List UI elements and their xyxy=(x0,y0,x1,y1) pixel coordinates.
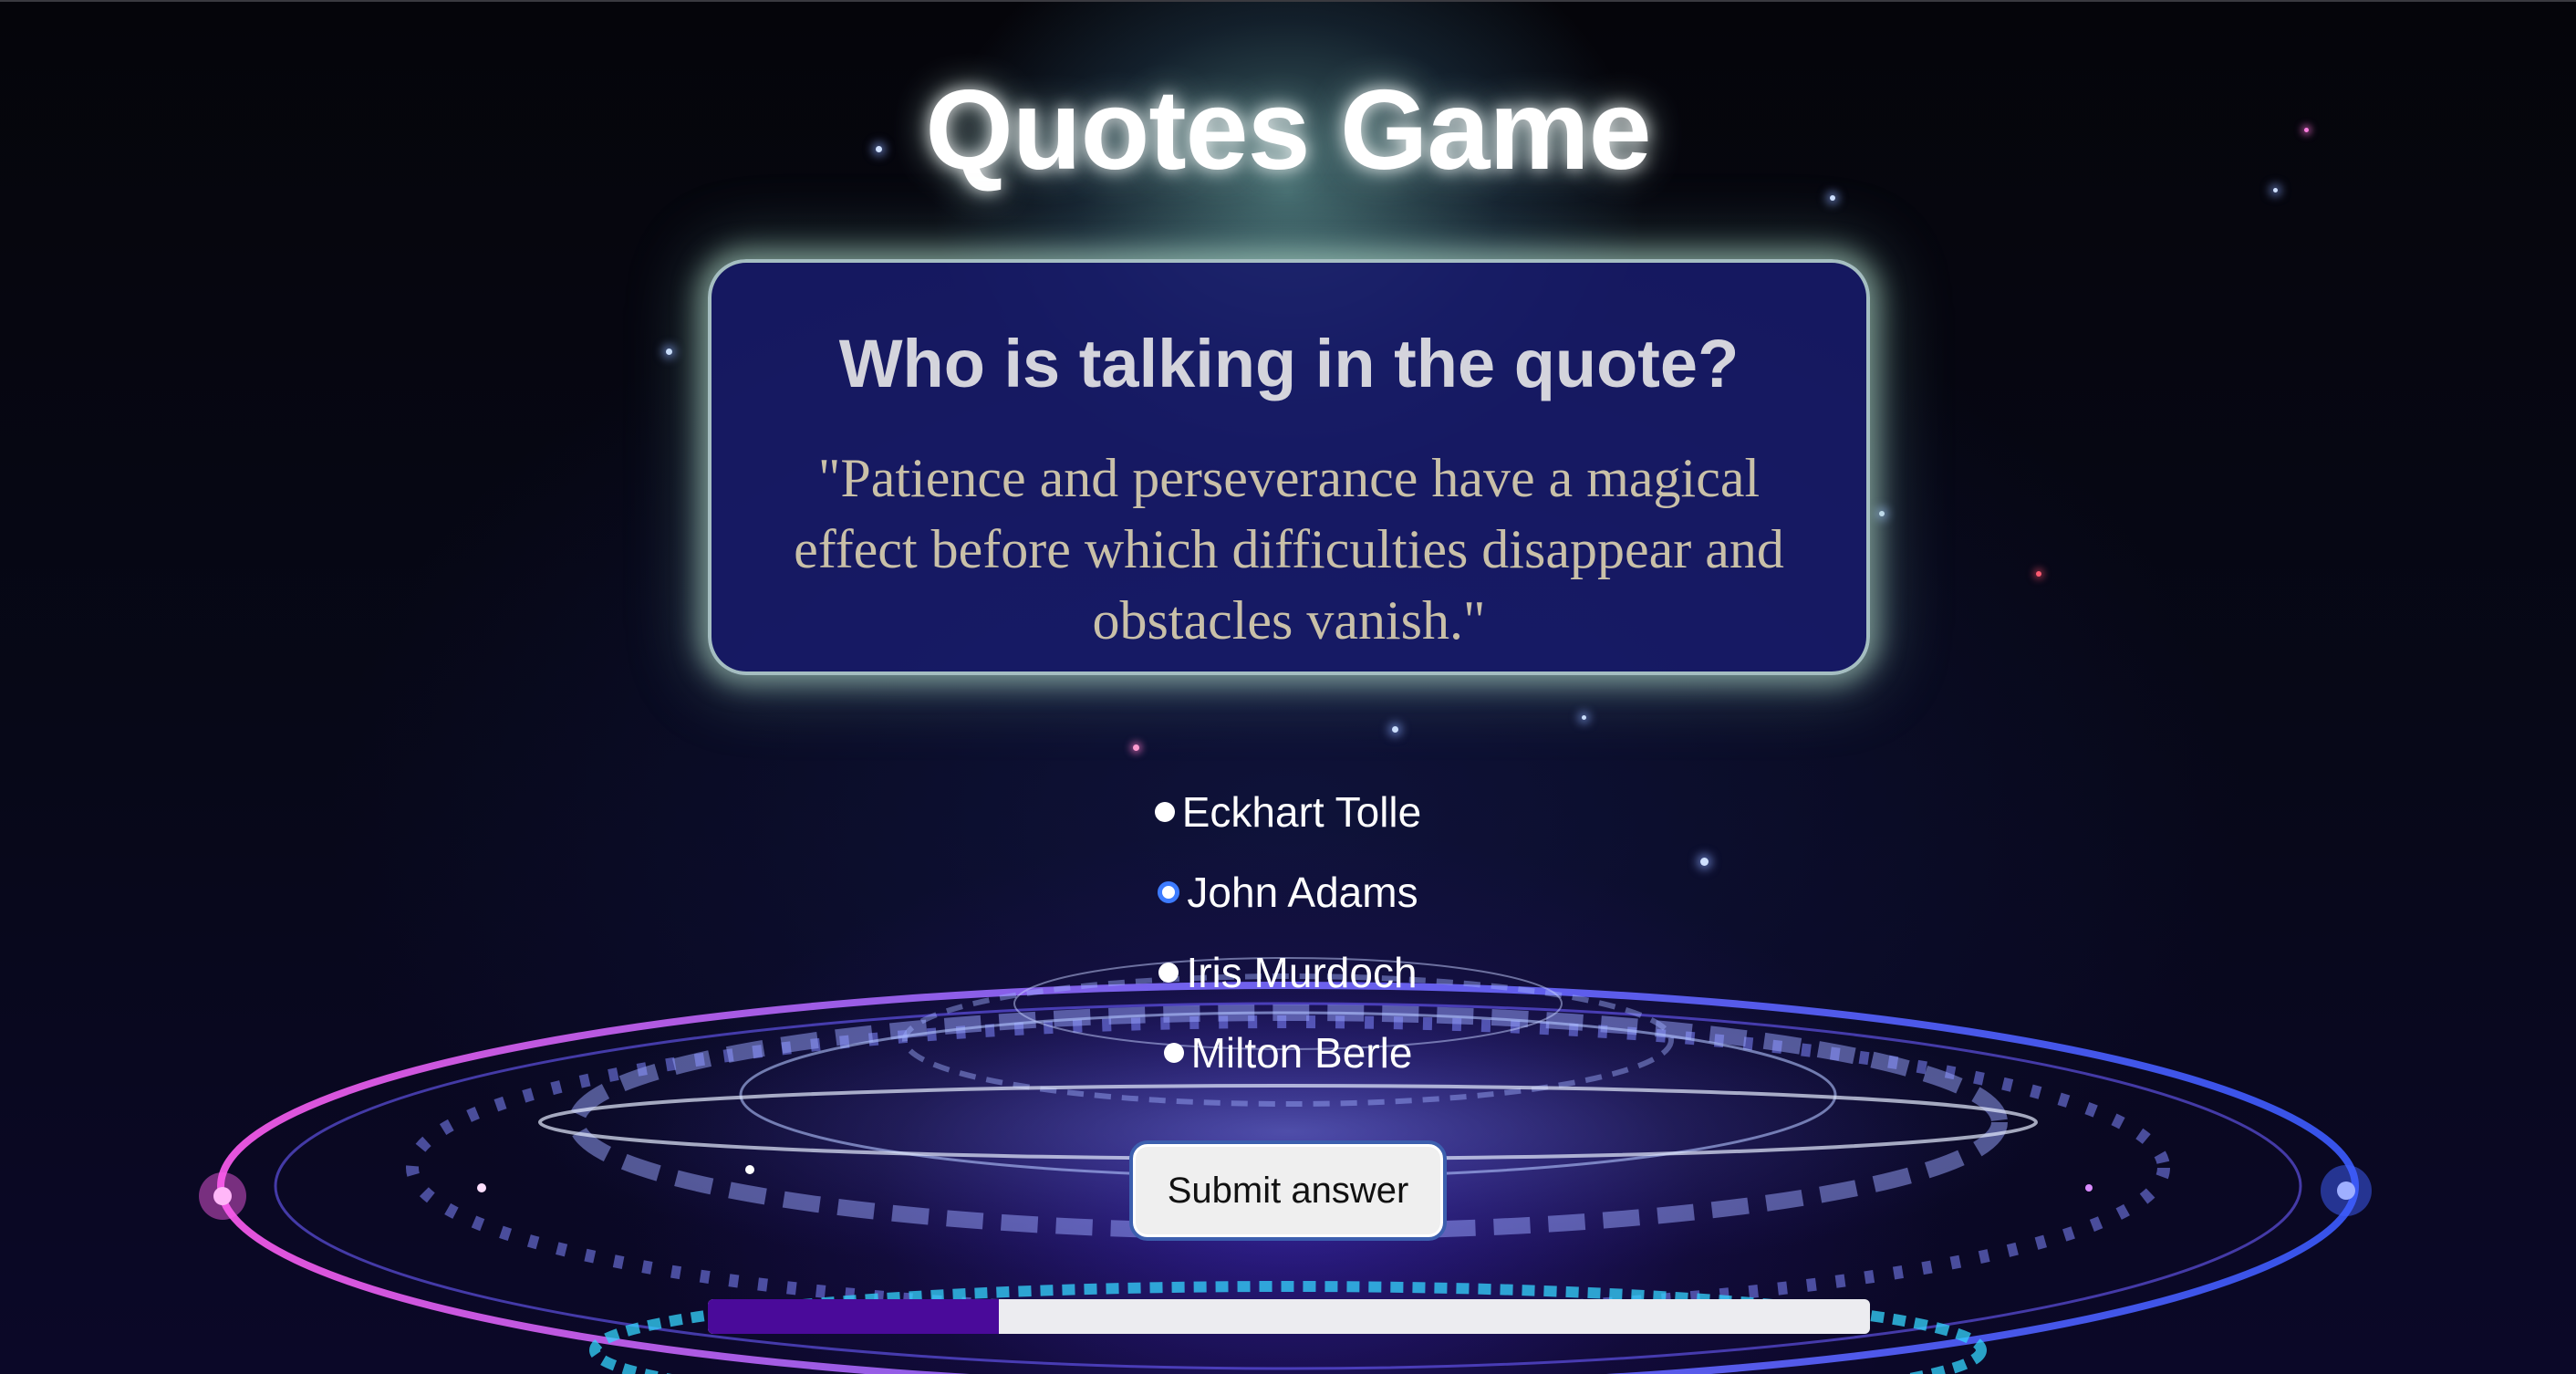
answer-option-eckhart-tolle[interactable]: Eckhart Tolle xyxy=(0,772,2576,852)
radio-button[interactable] xyxy=(1154,802,1175,822)
star-decoration xyxy=(1392,726,1398,733)
progress-bar-fill xyxy=(708,1299,999,1334)
answer-option-label: Milton Berle xyxy=(1190,1029,1413,1077)
answer-option-iris-murdoch[interactable]: Iris Murdoch xyxy=(0,932,2576,1013)
submit-answer-button[interactable]: Submit answer xyxy=(1129,1140,1447,1241)
star-decoration xyxy=(1133,744,1139,751)
star-decoration xyxy=(1830,195,1835,201)
radio-button-selected[interactable] xyxy=(1158,881,1180,903)
radio-button[interactable] xyxy=(1158,963,1179,983)
answer-options: Eckhart Tolle John Adams Iris Murdoch Mi… xyxy=(0,772,2576,1093)
question-prompt: Who is talking in the quote? xyxy=(838,326,1740,401)
answer-option-john-adams[interactable]: John Adams xyxy=(0,852,2576,932)
answer-option-label: John Adams xyxy=(1187,869,1418,916)
game-screen: Quotes Game Who is talking in the quote?… xyxy=(0,0,2576,1374)
progress-bar xyxy=(708,1299,1870,1334)
quote-text: "Patience and perseverance have a magica… xyxy=(794,448,1784,651)
question-card: Who is talking in the quote? "Patience a… xyxy=(708,259,1870,675)
answer-option-label: Eckhart Tolle xyxy=(1181,788,1422,836)
answer-option-milton-berle[interactable]: Milton Berle xyxy=(0,1013,2576,1093)
star-decoration xyxy=(666,349,672,355)
star-decoration xyxy=(1879,511,1885,516)
page-title: Quotes Game xyxy=(925,68,1651,193)
answer-option-label: Iris Murdoch xyxy=(1186,949,1418,996)
top-border xyxy=(0,0,2576,2)
star-decoration xyxy=(2036,571,2041,577)
radio-button[interactable] xyxy=(1163,1043,1184,1063)
star-decoration xyxy=(1582,715,1586,720)
